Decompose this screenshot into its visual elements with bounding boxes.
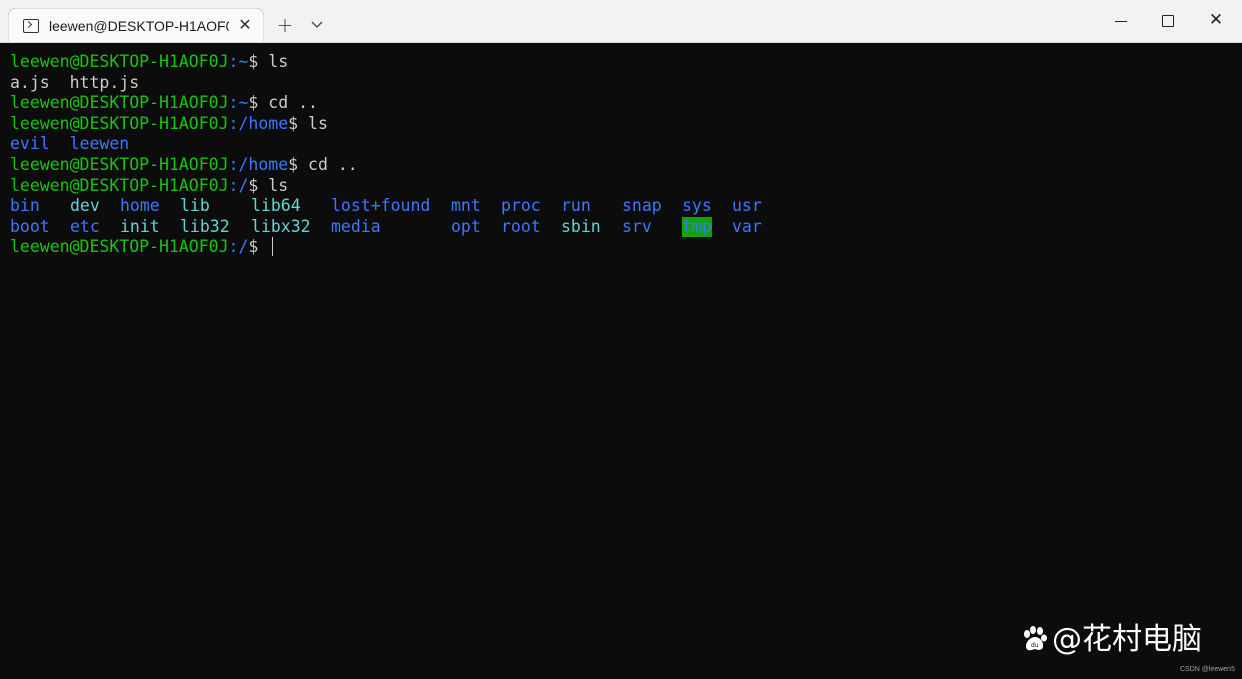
directory-entry: srv	[622, 216, 652, 236]
chevron-down-icon	[311, 21, 323, 28]
terminal-line: leewen@DESKTOP-H1AOF0J:~$ cd ..	[10, 93, 318, 114]
directory-entry: opt	[451, 216, 481, 236]
directory-entry-tmp: tmp	[682, 216, 712, 238]
terminal-line: leewen@DESKTOP-H1AOF0J:/$	[10, 237, 274, 258]
directory-entry: sys	[682, 196, 712, 216]
directory-entry: sbin	[561, 216, 601, 236]
directory-entry: media	[331, 216, 381, 236]
prompt-path: :/home	[228, 113, 289, 133]
watermark-text: @花村电脑	[1052, 622, 1202, 657]
directory-entry: dev	[70, 196, 100, 216]
minimize-button[interactable]	[1098, 0, 1144, 42]
command-text: $ ls	[288, 113, 328, 133]
command-text: $ cd ..	[288, 155, 358, 174]
ls-row: boot etc init lib32 libx32 media opt roo…	[10, 216, 1010, 238]
directory-entry: libx32	[251, 216, 311, 236]
tab-close-button[interactable]: ✕	[233, 13, 257, 37]
new-tab-button[interactable]: +	[272, 12, 298, 38]
terminal-line: leewen@DESKTOP-H1AOF0J:/home$ ls	[10, 114, 328, 135]
directory-entry: lib32	[180, 216, 230, 236]
text-cursor	[272, 237, 274, 257]
close-icon: ✕	[1208, 10, 1224, 30]
terminal-icon	[23, 19, 39, 33]
dropdown-button[interactable]	[304, 12, 330, 38]
watermark: du @花村电脑	[1020, 614, 1202, 658]
directory-entry: lost+found	[331, 196, 431, 216]
command-text: $ ls	[248, 52, 289, 71]
command-text: $	[248, 237, 269, 257]
directory-entry: boot	[10, 216, 50, 236]
directory-entry: lib	[180, 196, 210, 216]
prompt-path: :/	[228, 237, 249, 257]
command-text: $ cd ..	[248, 93, 318, 113]
directory-entry: root	[501, 216, 541, 236]
prompt-path: :/home	[228, 155, 289, 174]
prompt-user: leewen@DESKTOP-H1AOF0J	[10, 175, 229, 195]
directory-entry: evil	[10, 134, 50, 154]
command-text: $ ls	[248, 175, 289, 195]
maximize-button[interactable]	[1145, 0, 1191, 42]
output-text: a.js http.js	[10, 72, 140, 92]
title-bar: leewen@DESKTOP-H1AOF0J: , ✕ + ✕	[0, 0, 1242, 43]
prompt-user: leewen@DESKTOP-H1AOF0J	[10, 113, 229, 133]
baidu-paw-icon: du	[1024, 626, 1047, 651]
directory-entry: usr	[732, 196, 762, 216]
terminal-line: leewen@DESKTOP-H1AOF0J:/$ ls	[10, 176, 288, 197]
directory-entry: mnt	[451, 196, 481, 216]
directory-entry: leewen	[69, 134, 130, 154]
directory-entry: proc	[501, 196, 541, 216]
svg-text:du: du	[1031, 642, 1039, 649]
directory-entry: bin	[10, 196, 40, 216]
directory-entry: snap	[622, 196, 662, 216]
prompt-path: :/	[228, 175, 249, 195]
directory-entry: run	[561, 196, 591, 216]
directory-entry: lib64	[251, 196, 301, 216]
prompt-path: :~	[228, 52, 249, 71]
directory-entry: etc	[70, 216, 100, 236]
terminal-line: a.js http.js	[10, 73, 139, 94]
prompt-path: :~	[228, 93, 249, 113]
prompt-user: leewen@DESKTOP-H1AOF0J	[10, 93, 229, 113]
prompt-user: leewen@DESKTOP-H1AOF0J	[10, 237, 229, 257]
terminal-tab[interactable]: leewen@DESKTOP-H1AOF0J: , ✕	[8, 8, 264, 42]
terminal-line: leewen@DESKTOP-H1AOF0J:~$ ls	[10, 52, 288, 73]
terminal-line: evil leewen	[10, 134, 129, 155]
maximize-icon	[1162, 15, 1174, 27]
directory-entry: init	[120, 216, 160, 236]
directory-entry: var	[732, 216, 762, 236]
prompt-user: leewen@DESKTOP-H1AOF0J	[10, 52, 229, 71]
terminal-line: leewen@DESKTOP-H1AOF0J:/home$ cd ..	[10, 155, 358, 176]
close-button[interactable]: ✕	[1193, 0, 1239, 42]
ls-row: bin dev home lib lib64 lost+found mnt pr…	[10, 196, 1010, 217]
directory-entry: home	[120, 196, 160, 216]
minimize-icon	[1115, 21, 1127, 22]
terminal-output[interactable]: leewen@DESKTOP-H1AOF0J:~$ ls a.js http.j…	[10, 52, 1230, 652]
credit-text: CSDN @leewen5	[1180, 666, 1235, 673]
tab-title: leewen@DESKTOP-H1AOF0J: ,	[49, 18, 229, 34]
prompt-user: leewen@DESKTOP-H1AOF0J	[10, 155, 229, 174]
